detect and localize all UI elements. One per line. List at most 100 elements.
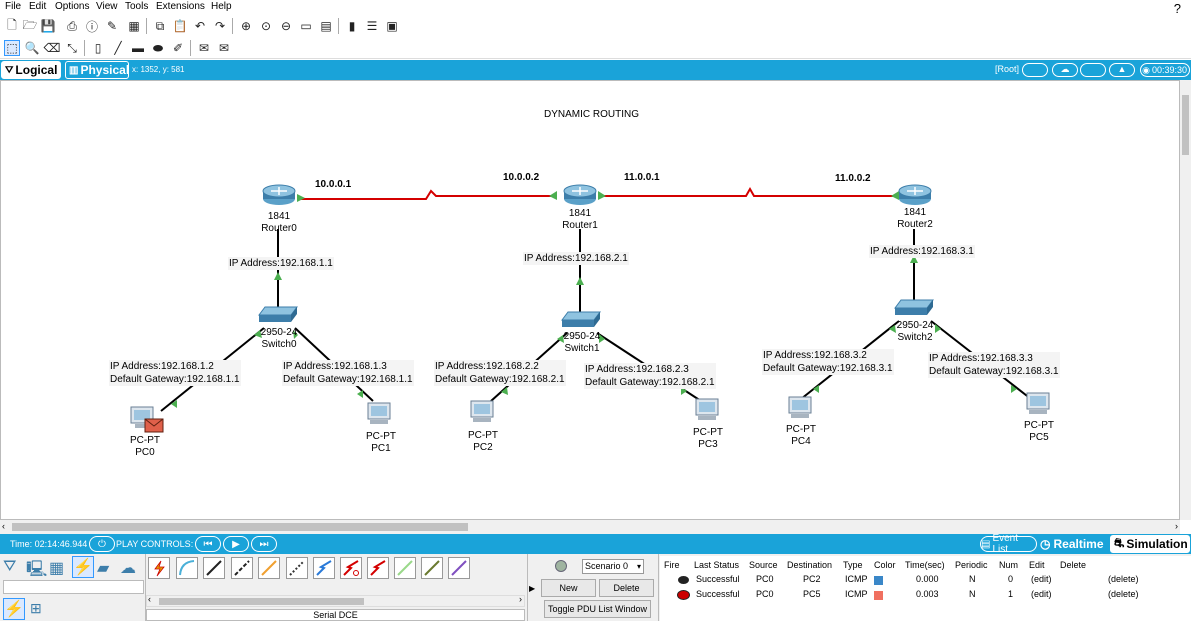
scroll-thumb[interactable] — [1182, 95, 1189, 155]
end-devices-icon[interactable]: 🖳 — [26, 558, 47, 578]
tab-logical[interactable]: ⛛ Logical — [1, 61, 61, 79]
auto-connection-icon[interactable] — [148, 557, 170, 579]
serial-link-router0-router1[interactable] — [297, 189, 557, 200]
connection-subtype-icon[interactable]: ⚡ — [3, 598, 25, 620]
edit-link[interactable]: (edit) — [1031, 589, 1052, 599]
add-complex-pdu-icon[interactable]: ✉ — [216, 40, 232, 56]
network-info-icon[interactable]: ▦ — [126, 18, 142, 34]
connection-scrollbar[interactable]: ‹ › — [146, 594, 525, 607]
undo-icon[interactable]: ↶ — [192, 18, 208, 34]
fire-button[interactable] — [678, 576, 689, 584]
console-cable-icon[interactable] — [176, 557, 198, 579]
copper-straight-icon[interactable] — [203, 557, 225, 579]
delete-scenario-button[interactable]: Delete — [599, 579, 654, 597]
resize-icon[interactable]: ⤡ — [64, 40, 80, 56]
copper-cross-icon[interactable] — [231, 557, 253, 579]
pc4-icon[interactable] — [788, 396, 812, 418]
zoom-out-icon[interactable]: ⊖ — [278, 18, 294, 34]
connections-icon[interactable]: ⚡ — [72, 556, 94, 578]
serial-link-router1-router2[interactable] — [598, 186, 899, 197]
scroll-left-icon[interactable]: ‹ — [148, 594, 151, 604]
custom-device-icon[interactable]: ▤ — [318, 18, 334, 34]
inspect-icon[interactable]: 🔍 — [24, 40, 40, 56]
scenario-select[interactable]: Scenario 0 ▾ — [582, 559, 644, 574]
fiber-icon[interactable] — [258, 557, 280, 579]
play-icon[interactable]: ▶ — [223, 536, 249, 552]
menu-options[interactable]: Options — [55, 1, 89, 12]
step-back-icon[interactable]: ⏮ — [195, 536, 221, 552]
activity-wizard-icon[interactable]: ✎ — [104, 18, 120, 34]
menu-tools[interactable]: Tools — [125, 1, 148, 12]
phone-cable-icon[interactable] — [286, 557, 308, 579]
print-icon[interactable]: ⎙ — [64, 18, 80, 34]
help-question-icon[interactable]: ? — [1174, 1, 1181, 16]
place-note-icon[interactable]: ▯ — [90, 40, 106, 56]
delete-icon[interactable]: ⌫ — [44, 40, 61, 56]
cluster-icon[interactable]: ☰ — [364, 18, 380, 34]
pc3-icon[interactable] — [695, 398, 719, 420]
menu-help[interactable]: Help — [211, 1, 232, 12]
usb-cable-icon[interactable] — [448, 557, 470, 579]
switch1-icon[interactable] — [561, 311, 601, 327]
event-list-button[interactable]: ▤ Event List — [980, 533, 1037, 555]
viewport-icon[interactable]: ▮ — [344, 18, 360, 34]
info-icon[interactable]: ⓘ — [84, 18, 100, 34]
simulation-tab[interactable]: ⛐ Simulation — [1110, 535, 1190, 553]
delete-link[interactable]: (delete) — [1108, 589, 1139, 599]
workspace-horizontal-scrollbar[interactable]: ‹ › — [0, 520, 1180, 534]
coaxial-icon[interactable] — [313, 557, 335, 579]
draw-line-icon[interactable]: ╱ — [110, 40, 126, 56]
save-icon[interactable]: 💾 — [40, 18, 56, 34]
switch0-icon[interactable] — [258, 306, 298, 322]
new-scenario-button[interactable]: New — [541, 579, 596, 597]
pc0-icon[interactable] — [130, 406, 164, 433]
power-cycle-icon[interactable]: ⏻ — [89, 536, 115, 552]
menu-extensions[interactable]: Extensions — [156, 1, 205, 12]
device-search-field[interactable] — [3, 580, 144, 594]
new-cluster-button[interactable] — [1022, 63, 1048, 77]
scroll-thumb[interactable] — [159, 598, 364, 605]
router0-icon[interactable] — [262, 184, 296, 205]
multiuser-icon[interactable]: ☁ — [120, 558, 140, 577]
edit-link[interactable]: (edit) — [1031, 574, 1052, 584]
zoom-in-icon[interactable]: ⊕ — [238, 18, 254, 34]
new-file-icon[interactable]: 🗋 — [4, 18, 20, 34]
workspace-vertical-scrollbar[interactable] — [1180, 80, 1191, 520]
misc-icon[interactable]: ▰ — [97, 558, 117, 577]
switch2-icon[interactable] — [894, 299, 934, 315]
menu-view[interactable]: View — [96, 1, 118, 12]
step-forward-icon[interactable]: ⏭ — [251, 536, 277, 552]
scroll-thumb[interactable] — [12, 523, 468, 531]
drawing-palette-icon[interactable]: ▭ — [298, 18, 314, 34]
iot-cable-icon[interactable] — [421, 557, 443, 579]
paste-icon[interactable]: 📋 — [172, 18, 188, 34]
draw-rectangle-icon[interactable]: ▬ — [130, 40, 146, 56]
components-icon[interactable]: ▦ — [49, 558, 69, 577]
tab-physical[interactable]: ▥ Physical — [65, 61, 129, 79]
scroll-left-icon[interactable]: ‹ — [2, 521, 5, 531]
scroll-right-icon[interactable]: › — [1175, 521, 1178, 531]
serial-dce-icon[interactable] — [340, 557, 362, 579]
toggle-pdu-list-button[interactable]: Toggle PDU List Window — [544, 600, 651, 618]
delete-link[interactable]: (delete) — [1108, 574, 1139, 584]
image-icon[interactable]: ▣ — [384, 18, 400, 34]
zoom-reset-icon[interactable]: ⊙ — [258, 18, 274, 34]
open-folder-icon[interactable]: 🗁 — [22, 18, 38, 34]
pc1-icon[interactable] — [367, 402, 391, 424]
move-object-icon[interactable]: ☁ — [1052, 63, 1078, 77]
pc2-icon[interactable] — [470, 400, 494, 422]
menu-file[interactable]: File — [5, 1, 21, 12]
draw-ellipse-icon[interactable]: ⬬ — [150, 40, 166, 56]
pc5-icon[interactable] — [1026, 392, 1050, 414]
network-devices-icon[interactable]: ⛛ — [3, 558, 23, 576]
octal-cable-icon[interactable] — [394, 557, 416, 579]
logical-workspace[interactable]: DYNAMIC ROUTING 10.0.0.1 10.0.0.2 11.0.0… — [0, 80, 1180, 520]
scroll-right-icon[interactable]: › — [519, 594, 522, 604]
realtime-tab[interactable]: ◷ Realtime — [1040, 535, 1104, 553]
grid-icon[interactable]: ⊞ — [30, 600, 50, 618]
freeform-icon[interactable]: ✐ — [170, 40, 186, 56]
set-tiled-background-button[interactable] — [1080, 63, 1106, 77]
router2-icon[interactable] — [898, 184, 932, 205]
copy-icon[interactable]: ⧉ — [152, 18, 168, 34]
add-simple-pdu-icon[interactable]: ✉ — [196, 40, 212, 56]
